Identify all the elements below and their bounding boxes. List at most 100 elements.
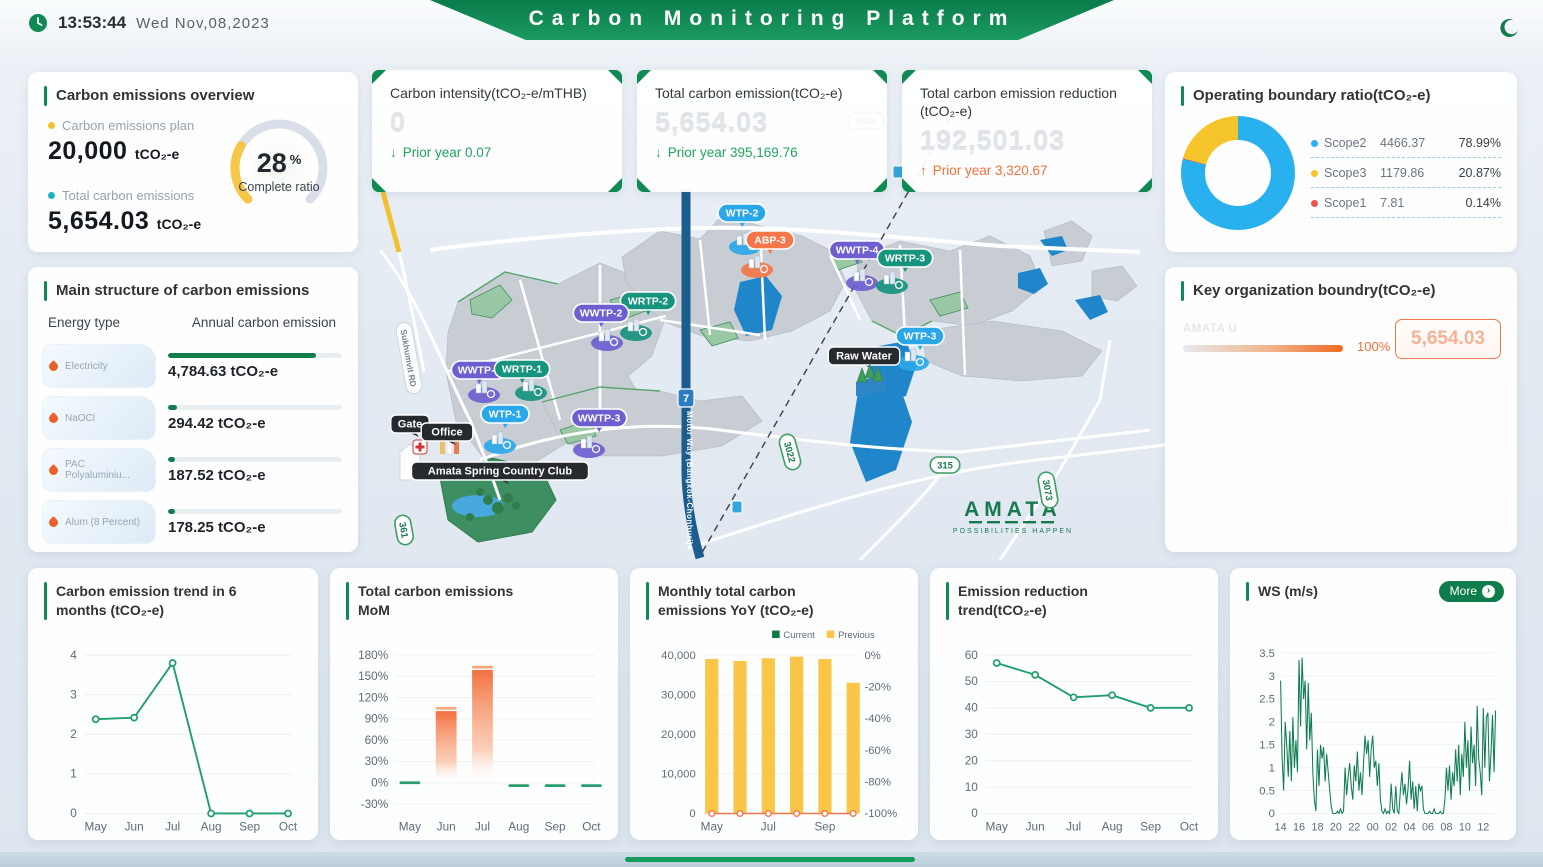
energy-bar-fill xyxy=(168,509,175,514)
energy-value: 4,784.63 tCO₂-e xyxy=(168,363,342,380)
x-tick-label: May xyxy=(701,820,723,833)
x-tick-label: Jun xyxy=(1026,820,1045,833)
top-bar: Carbon Monitoring Platform 13:53:44 Wed … xyxy=(0,0,1543,62)
ws-chart: 00.511.522.533.5141618202200020406081012 xyxy=(1232,623,1514,838)
data-point xyxy=(208,810,214,816)
y-tick-label: 150% xyxy=(358,670,389,683)
facility-label: WRTP-3 xyxy=(885,253,925,265)
corner-mark xyxy=(873,178,887,192)
previous-bar xyxy=(733,661,746,813)
energy-name: PAC Polyaluminiu... xyxy=(65,459,149,481)
y-tick-label: 0 xyxy=(689,808,695,820)
place-label-text: Office xyxy=(431,427,462,439)
overview-values: Carbon emissions plan 20,000 tCO₂-e Tota… xyxy=(48,118,224,236)
reduction-chart: 0102030405060MayJunJulAugSepOct xyxy=(932,623,1216,838)
flame-icon xyxy=(47,516,60,529)
plan-value: 20,000 tCO₂-e xyxy=(48,137,224,166)
facility-label: WRTP-2 xyxy=(628,296,668,308)
y-tick-label: 50 xyxy=(965,675,979,688)
gauge-center: 28% Complete ratio xyxy=(212,106,346,224)
card-title: Operating boundary ratio(tCO₂-e) xyxy=(1165,72,1517,106)
y-tick-label: 20,000 xyxy=(661,729,696,741)
facility-label: WWTP-2 xyxy=(580,308,623,320)
card-title-text: Key organization boundry(tCO₂-e) xyxy=(1193,281,1436,301)
total-label: Total carbon emissions xyxy=(62,188,194,203)
main-structure-card: Main structure of carbon emissions Energ… xyxy=(28,267,358,552)
ws-chart-card: WS (m/s) More› 00.511.522.533.5141618202… xyxy=(1230,568,1516,840)
yoy-point xyxy=(794,811,800,817)
kpi-delta-text: Prior year 395,169.76 xyxy=(668,145,798,160)
y-tick-label: 3 xyxy=(1269,671,1275,683)
y2-tick-label: -100% xyxy=(865,808,898,820)
kpi-card-carbon-intensity: Carbon intensity(tCO₂-e/mTHB) 0 ↓Prior y… xyxy=(372,70,622,192)
energy-bar-fill xyxy=(168,457,175,462)
scope-value: 7.81 xyxy=(1380,196,1466,210)
red-cross-icon xyxy=(413,440,427,454)
y-tick-label: 1.5 xyxy=(1259,740,1275,752)
moon-icon[interactable] xyxy=(1497,16,1521,40)
x-tick-label: 18 xyxy=(1311,821,1323,833)
energy-value-block: 294.42 tCO₂-e xyxy=(168,405,342,432)
corner-mark xyxy=(902,70,916,84)
energy-value: 187.52 tCO₂-e xyxy=(168,467,342,484)
mom-dash xyxy=(508,784,529,787)
card-title-text: Total carbon emissions MoM xyxy=(358,582,548,620)
card-title: Emission reduction trend(tCO₂-e) xyxy=(930,568,1218,620)
energy-value-block: 187.52 tCO₂-e xyxy=(168,457,342,484)
card-title: Carbon emission trend in 6 months (tCO₂-… xyxy=(28,568,318,620)
corner-mark xyxy=(372,70,386,84)
series-line xyxy=(96,663,288,813)
x-tick-label: 08 xyxy=(1440,821,1452,833)
energy-name: Electricity xyxy=(65,361,108,372)
scope-percent: 78.99% xyxy=(1459,136,1501,150)
title-bar xyxy=(1181,86,1184,106)
data-point xyxy=(1148,705,1154,711)
scope-name: Scope2 xyxy=(1324,136,1380,150)
x-tick-label: May xyxy=(85,820,107,833)
energy-tile: Electricity xyxy=(42,344,156,388)
key-organization-card: Key organization boundry(tCO₂-e) AMATA U… xyxy=(1165,267,1517,552)
scope-percent: 0.14% xyxy=(1466,196,1501,210)
kpi-delta-text: Prior year 0.07 xyxy=(403,145,492,160)
energy-bar-fill xyxy=(168,405,177,410)
chevron-right-icon: › xyxy=(1482,585,1495,598)
more-button[interactable]: More › xyxy=(1439,581,1504,602)
energy-row: Electricity 4,784.63 tCO₂-e xyxy=(42,340,342,392)
energy-name: Alum (8 Percent) xyxy=(65,517,140,528)
kpi-card-emission-reduction: Total carbon emission reduction (tCO₂-e)… xyxy=(902,70,1152,192)
x-tick-label: 10 xyxy=(1459,821,1471,833)
x-tick-label: Sep xyxy=(1140,820,1161,833)
kpi-value: 0 xyxy=(372,102,622,139)
corner-mark xyxy=(637,178,651,192)
mom-bar xyxy=(472,670,493,783)
scope-value: 1179.86 xyxy=(1380,166,1459,180)
y2-tick-label: -80% xyxy=(865,777,891,789)
scope-name: Scope1 xyxy=(1324,196,1380,210)
y-tick-label: 10 xyxy=(965,781,979,794)
structure-header: Energy type Annual carbon emission xyxy=(28,301,358,330)
title-bar xyxy=(946,582,949,620)
y-tick-label: 1 xyxy=(1269,762,1275,774)
energy-bar-track xyxy=(168,509,342,514)
total-dot-icon xyxy=(48,192,55,199)
scope-name: Scope3 xyxy=(1324,166,1380,180)
x-tick-label: 00 xyxy=(1367,821,1379,833)
title-bar xyxy=(44,582,47,620)
corner-mark xyxy=(1138,178,1152,192)
data-point xyxy=(1032,672,1038,678)
x-tick-label: 02 xyxy=(1385,821,1397,833)
y-tick-label: 0 xyxy=(70,807,77,820)
motorway-number: 7 xyxy=(683,393,689,405)
org-row-label: AMATA U xyxy=(1183,323,1237,335)
page-title: Carbon Monitoring Platform xyxy=(430,0,1114,38)
col-annual-emission: Annual carbon emission xyxy=(192,315,336,330)
more-label: More xyxy=(1450,584,1477,598)
col-energy-type: Energy type xyxy=(48,315,120,330)
y-tick-label: 2 xyxy=(70,728,77,741)
energy-value: 294.42 tCO₂-e xyxy=(168,415,342,432)
x-tick-label: Jun xyxy=(437,820,456,833)
y-tick-label: 4 xyxy=(70,649,77,662)
trend6-chart: 01234MayJunJulAugSepOct xyxy=(30,623,316,838)
org-progress-percent: 100% xyxy=(1357,339,1390,354)
data-point xyxy=(994,660,1000,666)
